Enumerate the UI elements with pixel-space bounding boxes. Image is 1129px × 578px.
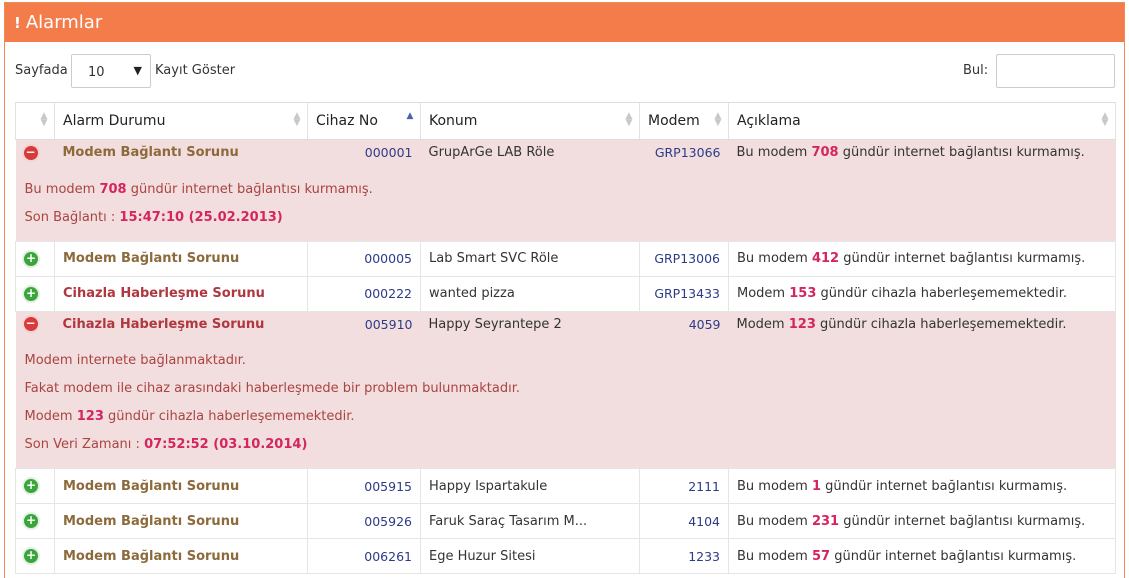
row-detail: Bu modem 708 gündür internet bağlantısı … <box>15 165 1116 242</box>
sort-icon: ▲ ▼ <box>1101 111 1109 128</box>
modem-id: GRP13433 <box>639 276 729 312</box>
expand-icon[interactable]: + <box>24 549 38 563</box>
alarm-status: Modem Bağlantı Sorunu <box>54 468 308 504</box>
device-no: 005926 <box>307 503 421 539</box>
description: Bu modem 57 gündür internet bağlantısı k… <box>728 538 1116 574</box>
column-header-location[interactable]: Konum ▲ ▼ <box>420 102 640 140</box>
device-no: 005915 <box>307 468 421 504</box>
page-length-select[interactable]: 10 ▼ <box>71 54 151 88</box>
column-header-description[interactable]: Açıklama ▲ ▼ <box>728 102 1116 140</box>
alarm-status: Cihazla Haberleşme Sorunu <box>54 276 308 312</box>
detail-line: Fakat modem ile cihaz arasındaki haberle… <box>24 381 521 396</box>
device-no: 000001 <box>307 139 421 166</box>
collapse-icon[interactable]: − <box>23 317 38 332</box>
description: Modem 123 gündür cihazla haberleşememekt… <box>728 311 1116 337</box>
search-input[interactable] <box>996 54 1115 88</box>
device-no: 005910 <box>307 311 421 337</box>
description: Bu modem 412 gündür internet bağlantısı … <box>728 241 1116 277</box>
table-row[interactable]: − Cihazla Haberleşme Sorunu 005910 Happy… <box>15 311 1116 337</box>
detail-line: Bu modem 708 gündür internet bağlantısı … <box>24 181 373 197</box>
panel-header: ! Alarmlar <box>5 3 1124 42</box>
device-no: 000222 <box>307 276 421 312</box>
location: Lab Smart SVC Röle <box>420 241 640 277</box>
sort-icon: ▲ ▼ <box>714 111 722 128</box>
table-row[interactable]: + Modem Bağlantı Sorunu 005926 Faruk Sar… <box>15 503 1116 539</box>
page-length-value: 10 <box>88 65 105 80</box>
search-label: Bul: <box>963 63 989 78</box>
sort-ascending-icon: ▲▼ <box>406 111 414 121</box>
page-length-suffix: Kayıt Göster <box>155 63 236 78</box>
description: Bu modem 708 gündür internet bağlantısı … <box>728 139 1116 166</box>
expand-icon[interactable]: + <box>24 286 38 301</box>
modem-id: 4059 <box>639 311 729 337</box>
table-controls: Sayfada 10 ▼ Kayıt Göster Bul: <box>5 53 1124 89</box>
exclamation-icon: ! <box>14 13 21 32</box>
row-detail: Modem internete bağlanmaktadır. Fakat mo… <box>15 337 1116 469</box>
alarm-status: Modem Bağlantı Sorunu <box>54 139 308 166</box>
detail-line: Modem internete bağlanmaktadır. <box>24 353 246 368</box>
sort-icon: ▲ ▼ <box>40 111 48 128</box>
caret-down-icon: ▼ <box>133 64 142 77</box>
modem-id: GRP13066 <box>639 139 729 166</box>
device-no: 006261 <box>307 538 421 574</box>
panel-title: Alarmlar <box>25 12 103 33</box>
sort-icon: ▲ ▼ <box>625 111 633 128</box>
alarm-status: Cihazla Haberleşme Sorunu <box>54 311 308 337</box>
modem-id: 4104 <box>639 503 729 539</box>
alarms-panel: ! Alarmlar Sayfada 10 ▼ Kayıt Göster Bul… <box>4 2 1125 578</box>
location: Faruk Saraç Tasarım M... <box>420 503 640 539</box>
expand-icon[interactable]: + <box>24 479 38 493</box>
location: wanted pizza <box>420 276 640 312</box>
description: Modem 153 gündür cihazla haberleşememekt… <box>728 276 1116 312</box>
column-header-alarm-status[interactable]: Alarm Durumu ▲ ▼ <box>54 102 308 140</box>
table-header-row: ▲▼ Alarm Durumu▲▼ Cihaz No▲▼ Konum▲▼ Mod… <box>15 102 1116 140</box>
description: Bu modem 1 gündür internet bağlantısı ku… <box>728 468 1116 504</box>
detail-time: Son Veri Zamanı : 07:52:52 (03.10.2014) <box>24 437 308 452</box>
detail-time: Son Bağlantı : 15:47:10 (25.02.2013) <box>24 209 283 225</box>
device-no: 000005 <box>307 241 421 277</box>
table-row[interactable]: − Modem Bağlantı Sorunu 000001 GrupArGe … <box>15 139 1116 166</box>
column-header-toggle[interactable]: ▲ ▼ <box>15 102 55 140</box>
location: Ege Huzur Sitesi <box>420 538 640 574</box>
collapse-icon[interactable]: − <box>23 145 38 160</box>
table-row[interactable]: + Modem Bağlantı Sorunu 005915 Happy Isp… <box>15 468 1116 504</box>
sort-icon: ▲ ▼ <box>293 111 301 128</box>
location: Happy Ispartakule <box>420 468 640 504</box>
location: GrupArGe LAB Röle <box>420 139 640 166</box>
alarm-status: Modem Bağlantı Sorunu <box>54 538 308 574</box>
page-length-prefix: Sayfada <box>15 63 68 78</box>
table-row[interactable]: + Modem Bağlantı Sorunu 006261 Ege Huzur… <box>15 538 1116 574</box>
description: Bu modem 231 gündür internet bağlantısı … <box>728 503 1116 539</box>
alarm-status: Modem Bağlantı Sorunu <box>54 503 308 539</box>
expand-icon[interactable]: + <box>24 514 38 528</box>
modem-id: 2111 <box>639 468 729 504</box>
alarm-status: Modem Bağlantı Sorunu <box>54 241 308 277</box>
table-row[interactable]: + Cihazla Haberleşme Sorunu 000222 wante… <box>15 276 1116 312</box>
detail-line: Modem 123 gündür cihazla haberleşememekt… <box>24 409 355 424</box>
modem-id: 1233 <box>639 538 729 574</box>
table-row[interactable]: + Modem Bağlantı Sorunu 000005 Lab Smart… <box>15 241 1116 277</box>
modem-id: GRP13006 <box>639 241 729 277</box>
alarms-table: ▲▼ Alarm Durumu▲▼ Cihaz No▲▼ Konum▲▼ Mod… <box>15 102 1116 574</box>
column-header-device-no[interactable]: Cihaz No▲▼ <box>307 102 421 140</box>
expand-icon[interactable]: + <box>24 251 38 266</box>
location: Happy Seyrantepe 2 <box>420 311 640 337</box>
column-header-modem[interactable]: Modem ▲ ▼ <box>639 102 729 140</box>
